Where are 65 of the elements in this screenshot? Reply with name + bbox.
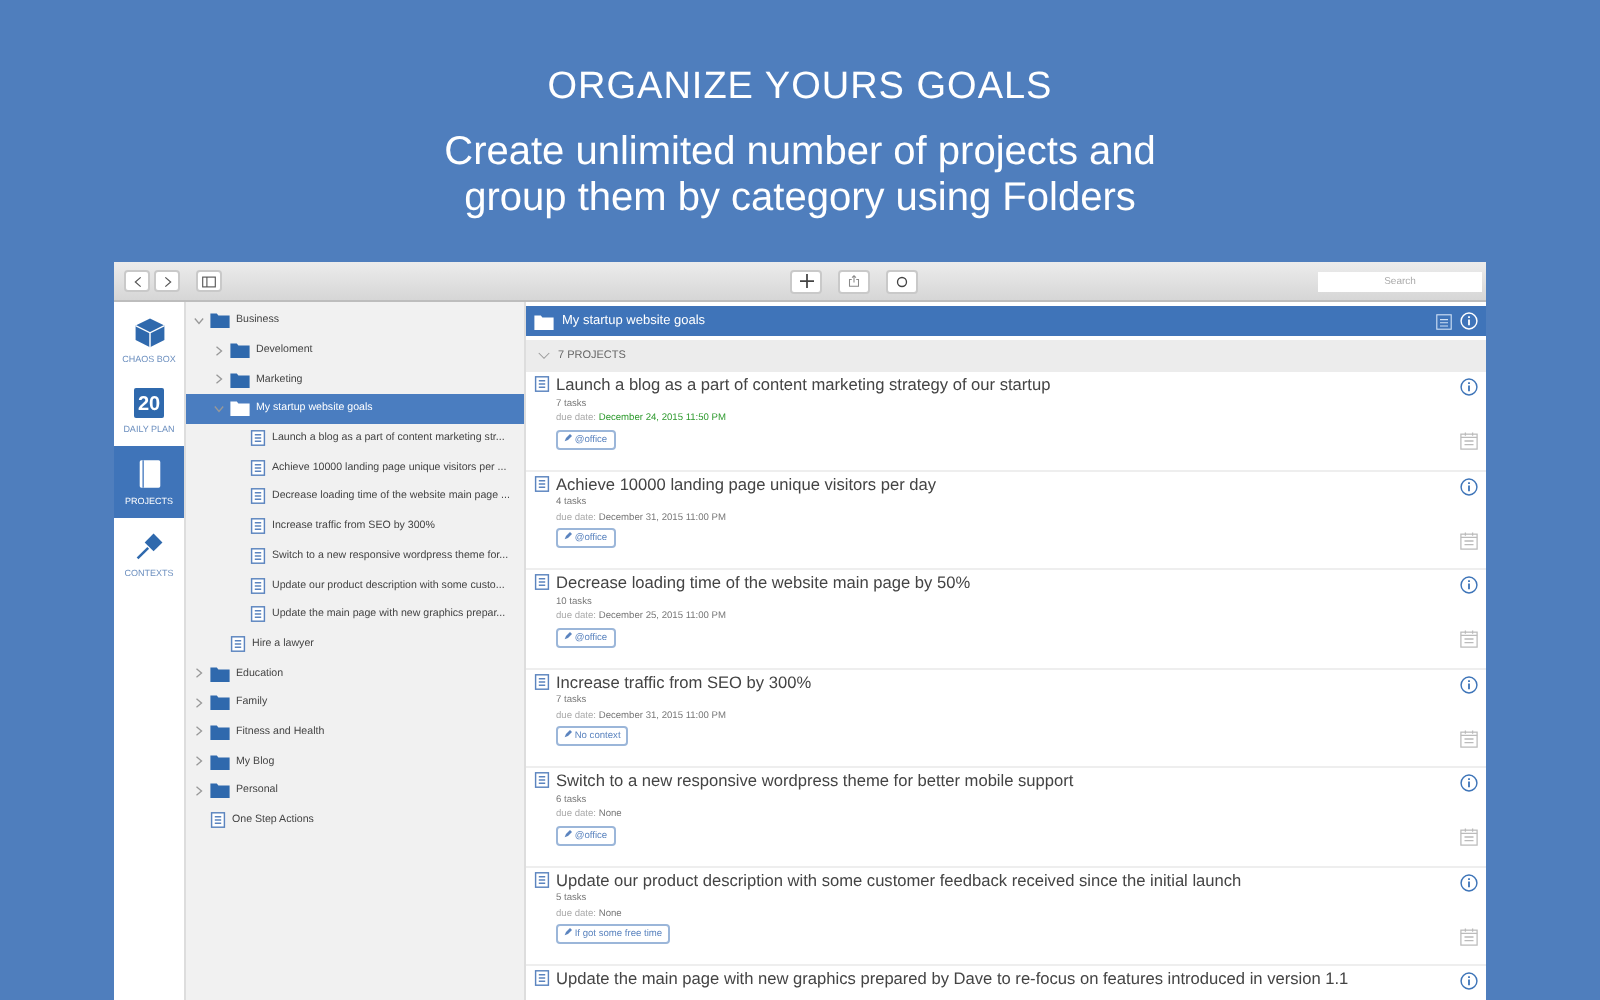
calendar-icon[interactable] [1460,432,1478,450]
document-icon [230,635,246,652]
expand-chevron-icon[interactable] [194,785,204,796]
share-button[interactable] [838,269,870,293]
document-icon [250,577,266,594]
add-button[interactable] [790,269,822,293]
document-icon [534,376,550,392]
notebook-icon [137,458,161,490]
expand-chevron-icon[interactable] [194,697,204,708]
pencil-icon [564,730,572,738]
sidebar-toggle-button[interactable] [196,270,222,292]
calendar-icon[interactable] [1460,531,1478,549]
forward-button[interactable] [154,270,180,292]
expand-chevron-icon[interactable] [214,345,224,356]
document-icon [534,772,550,788]
plus-icon [799,274,813,288]
pencil-icon [564,928,572,936]
pencil-icon [564,631,572,639]
pin-icon [133,530,165,562]
document-icon [250,488,266,505]
collapse-chevron-icon[interactable] [194,315,204,326]
document-icon [250,606,266,623]
headline: ORGANIZE YOURS GOALS [547,66,1053,110]
calendar-icon[interactable] [1460,927,1478,945]
calendar-icon[interactable] [1460,729,1478,747]
collapse-chevron-icon [538,352,550,360]
info-icon[interactable] [1460,972,1478,990]
calendar-icon[interactable] [1460,630,1478,648]
info-icon[interactable] [1460,378,1478,396]
info-icon[interactable] [1460,477,1478,495]
project-row[interactable]: Update the main page with new graphics prepared by Dave to re-focus on features introduced in version 1.1 [526,966,1486,1000]
info-icon[interactable] [1460,576,1478,594]
info-icon[interactable] [1460,873,1478,891]
calendar-icon[interactable] [1460,828,1478,846]
document-icon [250,459,266,476]
sync-button[interactable] [886,269,918,293]
chevron-right-icon [163,275,171,287]
document-icon [534,574,550,590]
circle-icon [896,275,908,287]
document-icon [534,475,550,491]
list-icon[interactable] [1436,313,1452,329]
document-icon [250,518,266,535]
box-icon [131,313,167,347]
document-icon [534,871,550,887]
document-icon [534,970,550,986]
share-icon [848,274,860,288]
back-button[interactable] [124,270,150,292]
expand-chevron-icon[interactable] [194,668,204,679]
document-icon [534,673,550,689]
expand-chevron-icon[interactable] [194,726,204,737]
expand-chevron-icon[interactable] [194,756,204,767]
info-icon[interactable] [1460,675,1478,693]
sidebar-icon [202,275,216,287]
pencil-icon [564,532,572,540]
subheadline: Create unlimited number of projects and group them by category using Folders [442,130,1158,222]
expand-chevron-icon[interactable] [214,374,224,385]
calendar-icon: 20 [134,387,164,417]
folder-icon [534,313,554,329]
pencil-icon [564,829,572,837]
document-icon [250,547,266,564]
document-icon [210,812,226,829]
info-icon[interactable] [1460,774,1478,792]
document-icon [250,430,266,447]
chevron-left-icon [133,275,141,287]
pencil-icon [564,433,572,441]
